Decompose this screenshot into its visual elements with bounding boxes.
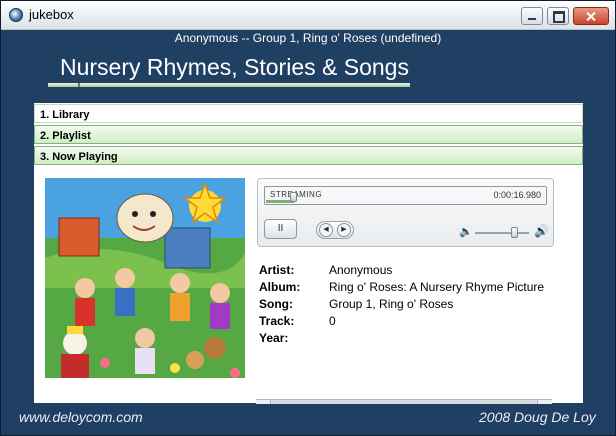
now-playing-header: Anonymous -- Group 1, Ring o' Roses (und…: [174, 31, 442, 45]
track-label: Track:: [259, 314, 295, 328]
pause-button[interactable]: II: [264, 219, 297, 239]
footer-copyright: 2008 Doug De Loy: [479, 409, 596, 425]
elapsed-time: 0:00:16.980: [493, 190, 541, 200]
volume-thumb[interactable]: [511, 227, 518, 238]
app-title: Nursery Rhymes, Stories & Songs: [60, 54, 409, 80]
accordion-playlist[interactable]: 2. Playlist: [34, 125, 583, 144]
album-art-image: [45, 178, 245, 378]
pause-icon: II: [277, 223, 284, 234]
next-track-button[interactable]: ▶: [337, 223, 351, 237]
speaker-high-icon[interactable]: 🔊: [534, 224, 549, 238]
previous-icon: ◀: [323, 226, 329, 233]
title-bar: jukebox: [1, 1, 615, 30]
song-label: Song:: [259, 297, 293, 311]
footer-website[interactable]: www.deloycom.com: [19, 409, 143, 425]
previous-track-button[interactable]: ◀: [319, 223, 333, 237]
window-title: jukebox: [29, 7, 74, 22]
accordion-library[interactable]: 1. Library: [34, 104, 583, 123]
track-value: 0: [329, 314, 336, 328]
year-label: Year:: [259, 331, 289, 345]
horizontal-scrollbar[interactable]: [256, 399, 552, 404]
title-underline: [48, 83, 410, 87]
song-value: Group 1, Ring o' Roses: [329, 297, 454, 311]
jukebox-window: jukebox Anonymous -- Group 1, Ring o' Ro…: [0, 0, 616, 436]
next-icon: ▶: [341, 226, 347, 233]
progress-bar[interactable]: STREAMING 0:00:16.980: [264, 186, 547, 205]
album-value: Ring o' Roses: A Nursery Rhyme Picture: [329, 280, 545, 294]
maximize-button[interactable]: [547, 7, 569, 25]
media-player: STREAMING 0:00:16.980 II ◀ ▶ 🔈 🔊: [257, 178, 554, 247]
speaker-low-icon[interactable]: 🔈: [459, 225, 473, 238]
jukebox-globe-icon: [9, 8, 23, 22]
album-label: Album:: [259, 280, 301, 294]
volume-slider[interactable]: [475, 232, 529, 234]
seek-thumb[interactable]: [290, 192, 297, 202]
close-button[interactable]: [573, 7, 609, 25]
artist-value: Anonymous: [329, 263, 393, 277]
accordion-now-playing[interactable]: 3. Now Playing: [34, 146, 583, 165]
track-nav-group: ◀ ▶: [316, 221, 354, 239]
minimize-button[interactable]: [521, 7, 543, 25]
artist-label: Artist:: [259, 263, 295, 277]
